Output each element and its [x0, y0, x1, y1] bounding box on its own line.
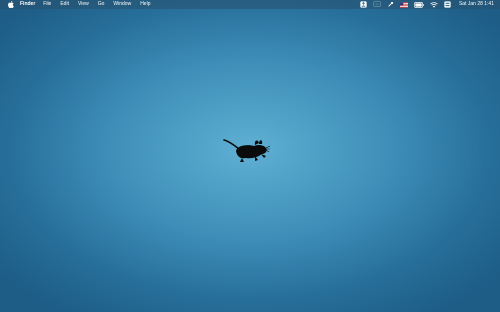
screen-mirror-icon[interactable] — [373, 0, 381, 9]
desktop[interactable]: Finder File Edit View Go Window Help Sat… — [0, 0, 500, 312]
menu-bar: Finder File Edit View Go Window Help Sat… — [0, 0, 500, 9]
menu-window[interactable]: Window — [113, 0, 131, 9]
menu-edit[interactable]: Edit — [60, 0, 69, 9]
menu-view[interactable]: View — [78, 0, 89, 9]
control-center-icon[interactable] — [444, 0, 451, 9]
menu-app-finder[interactable]: Finder — [20, 0, 35, 9]
wifi-icon[interactable] — [430, 0, 438, 9]
menu-help[interactable]: Help — [140, 0, 150, 9]
menu-go[interactable]: Go — [98, 0, 105, 9]
menu-bar-left: Finder File Edit View Go Window Help — [0, 0, 159, 9]
menu-bar-status: Sat Jan 28 1:41 — [360, 0, 494, 9]
menu-file[interactable]: File — [43, 0, 51, 9]
mic-pen-icon[interactable] — [387, 0, 394, 9]
apple-icon[interactable] — [6, 0, 16, 9]
menu-bar-clock[interactable]: Sat Jan 28 1:41 — [459, 0, 494, 9]
us-flag-input-icon[interactable] — [399, 0, 408, 9]
battery-icon[interactable] — [414, 0, 424, 9]
share-box-icon[interactable] — [360, 0, 367, 9]
xfce-mouse-icon — [222, 135, 272, 165]
